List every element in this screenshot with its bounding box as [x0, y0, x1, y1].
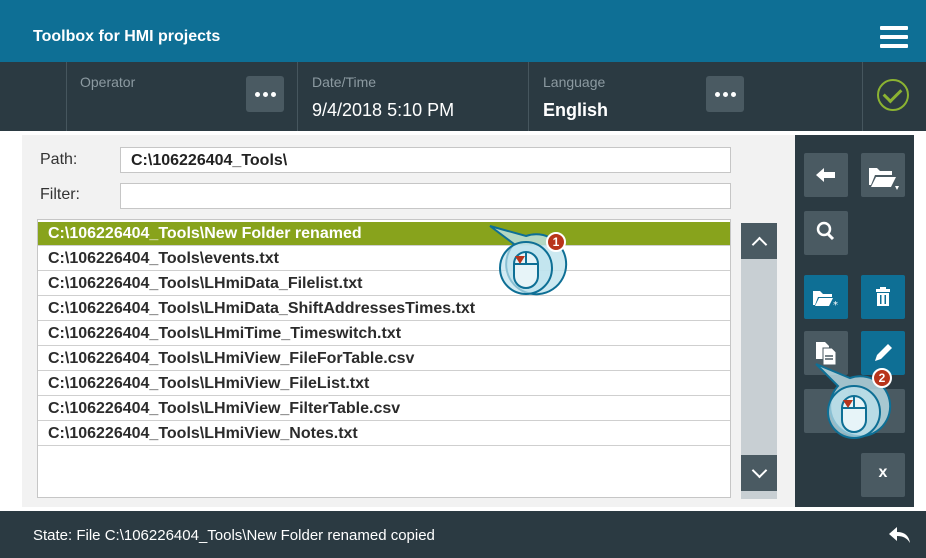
- action-toolbar: * x: [795, 135, 914, 507]
- file-list: C:\106226404_Tools\New Folder renamed C:…: [37, 219, 731, 498]
- refresh-button[interactable]: [861, 389, 905, 433]
- back-path-button[interactable]: [804, 153, 848, 197]
- list-item[interactable]: C:\106226404_Tools\LHmiView_Notes.txt: [38, 422, 730, 446]
- svg-text:*: *: [833, 300, 838, 311]
- list-item[interactable]: C:\106226404_Tools\events.txt: [38, 247, 730, 271]
- copy-document-icon: [816, 342, 837, 366]
- new-folder-button[interactable]: *: [804, 275, 848, 319]
- language-cell: Language English: [528, 62, 759, 131]
- datetime-cell: Date/Time 9/4/2018 5:10 PM: [297, 62, 528, 131]
- list-item[interactable]: C:\106226404_Tools\LHmiView_FileList.txt: [38, 372, 730, 396]
- operator-cell: Operator: [66, 62, 297, 131]
- language-more-button[interactable]: [706, 76, 744, 112]
- scroll-down-button[interactable]: [741, 455, 777, 491]
- close-button[interactable]: x: [861, 453, 905, 497]
- language-value: English: [543, 100, 609, 120]
- list-item[interactable]: C:\106226404_Tools\New Folder renamed: [38, 222, 730, 246]
- folder-open-icon: [869, 168, 899, 190]
- delete-button[interactable]: [861, 275, 905, 319]
- operator-caption: Operator: [80, 74, 136, 90]
- search-button[interactable]: [804, 211, 848, 255]
- pencil-icon: [875, 344, 892, 361]
- filter-field[interactable]: [120, 183, 731, 209]
- copy-button[interactable]: [804, 331, 848, 375]
- check-circle-icon: [877, 79, 909, 111]
- status-bar: State: File C:\106226404_Tools\New Folde…: [0, 511, 926, 558]
- operator-more-button[interactable]: [246, 76, 284, 112]
- list-item[interactable]: C:\106226404_Tools\LHmiTime_Timeswitch.t…: [38, 322, 730, 346]
- path-label: Path:: [40, 151, 78, 168]
- datetime-caption: Date/Time: [312, 74, 377, 90]
- close-icon: x: [878, 464, 888, 481]
- hamburger-menu-icon[interactable]: [880, 26, 908, 48]
- rename-button[interactable]: [861, 331, 905, 375]
- filter-label: Filter:: [40, 186, 80, 203]
- path-field[interactable]: C:\106226404_Tools\: [120, 147, 731, 173]
- back-arrow-icon[interactable]: [887, 524, 913, 546]
- status-text: State: File C:\106226404_Tools\New Folde…: [33, 527, 435, 544]
- scroll-up-button[interactable]: [741, 223, 777, 259]
- search-icon: [816, 221, 835, 241]
- header-panel: Operator Date/Time 9/4/2018 5:10 PM Lang…: [0, 62, 926, 131]
- trash-icon: [876, 287, 890, 306]
- open-folder-button[interactable]: [861, 153, 905, 197]
- list-item[interactable]: C:\106226404_Tools\LHmiView_FilterTable.…: [38, 397, 730, 421]
- list-item[interactable]: C:\106226404_Tools\LHmiData_ShiftAddress…: [38, 297, 730, 321]
- new-folder-icon: *: [813, 291, 838, 311]
- list-item[interactable]: C:\106226404_Tools\LHmiData_Filelist.txt: [38, 272, 730, 296]
- datetime-value: 9/4/2018 5:10 PM: [312, 100, 455, 120]
- title-bar: Toolbox for HMI projects: [0, 0, 926, 62]
- list-item[interactable]: C:\106226404_Tools\LHmiView_FileForTable…: [38, 347, 730, 371]
- paste-button[interactable]: [804, 389, 848, 433]
- app-title: Toolbox for HMI projects: [33, 28, 221, 45]
- arrow-left-icon: [816, 168, 835, 182]
- language-caption: Language: [543, 74, 606, 90]
